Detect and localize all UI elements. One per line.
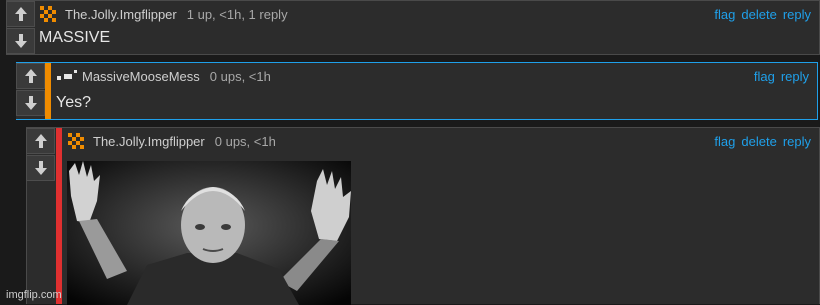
- upvote-button[interactable]: [6, 1, 35, 27]
- comment-meta: 1 up, <1h, 1 reply: [187, 7, 288, 22]
- flag-link[interactable]: flag: [714, 7, 735, 22]
- comment-text: Yes?: [56, 94, 91, 112]
- comment-meta: 0 ups, <1h: [210, 69, 271, 84]
- comment-header: The.Jolly.Imgflipper 1 up, <1h, 1 reply …: [39, 5, 811, 23]
- vote-controls: [6, 1, 35, 55]
- reply-link[interactable]: reply: [783, 7, 811, 22]
- delete-link[interactable]: delete: [741, 134, 776, 149]
- downvote-button[interactable]: [26, 155, 55, 181]
- comment-3: The.Jolly.Imgflipper 0 ups, <1h flag del…: [26, 127, 820, 304]
- meme-image[interactable]: [67, 161, 351, 305]
- comment-text: MASSIVE: [39, 29, 110, 47]
- comment-1: The.Jolly.Imgflipper 1 up, <1h, 1 reply …: [6, 0, 820, 55]
- reply-link[interactable]: reply: [783, 134, 811, 149]
- thread-accent-bar: [56, 128, 62, 304]
- thread-accent-bar: [45, 63, 51, 119]
- arrow-down-icon: [34, 160, 48, 176]
- upvote-button[interactable]: [16, 63, 45, 89]
- comment-meta: 0 ups, <1h: [215, 134, 276, 149]
- comment-header: The.Jolly.Imgflipper 0 ups, <1h flag del…: [67, 132, 811, 150]
- arrow-up-icon: [34, 133, 48, 149]
- username-link[interactable]: The.Jolly.Imgflipper: [65, 7, 177, 22]
- arrow-down-icon: [14, 33, 28, 49]
- vote-controls: [26, 128, 55, 182]
- flag-link[interactable]: flag: [714, 134, 735, 149]
- upvote-button[interactable]: [26, 128, 55, 154]
- username-link[interactable]: The.Jolly.Imgflipper: [93, 134, 205, 149]
- downvote-button[interactable]: [6, 28, 35, 54]
- flag-link[interactable]: flag: [754, 69, 775, 84]
- avatar[interactable]: [67, 132, 89, 150]
- comment-2: MassiveMooseMess 0 ups, <1h flag reply Y…: [16, 62, 818, 120]
- avatar[interactable]: [39, 5, 61, 23]
- vote-controls: [16, 63, 45, 117]
- arrow-down-icon: [24, 95, 38, 111]
- delete-link[interactable]: delete: [741, 7, 776, 22]
- comment-header: MassiveMooseMess 0 ups, <1h flag reply: [56, 67, 809, 85]
- reply-link[interactable]: reply: [781, 69, 809, 84]
- username-link[interactable]: MassiveMooseMess: [82, 69, 200, 84]
- arrow-up-icon: [24, 68, 38, 84]
- avatar[interactable]: [56, 67, 78, 85]
- watermark: imgflip.com: [6, 289, 62, 301]
- arrow-up-icon: [14, 6, 28, 22]
- downvote-button[interactable]: [16, 90, 45, 116]
